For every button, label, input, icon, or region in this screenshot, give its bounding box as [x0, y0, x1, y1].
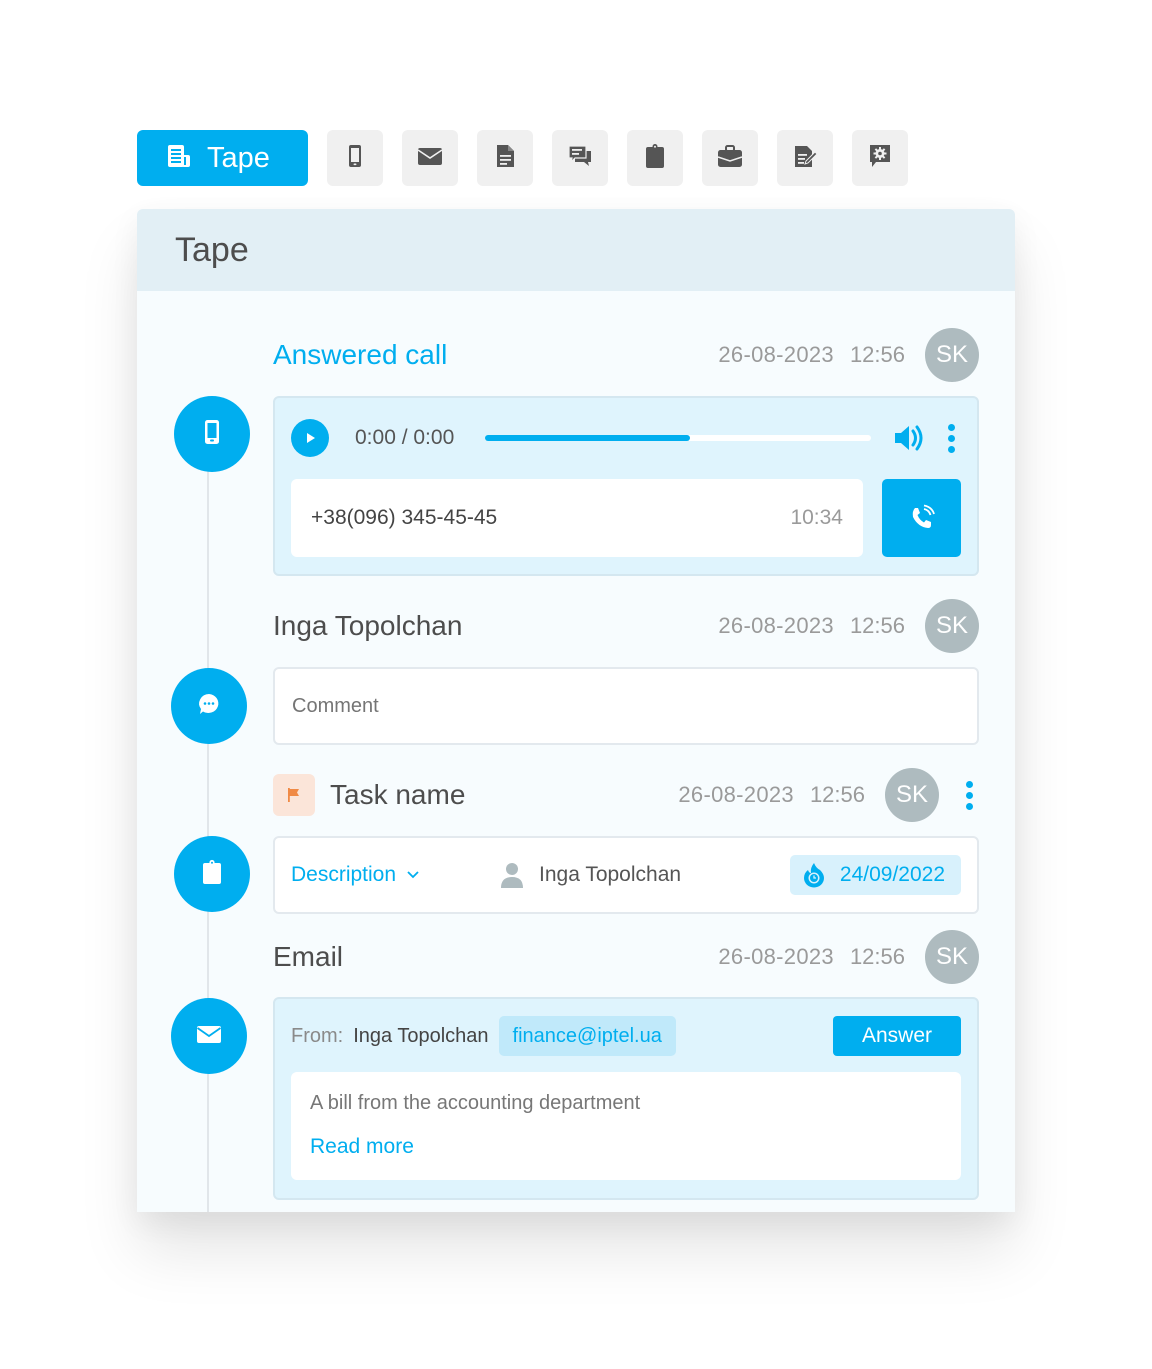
audio-progress-fill [485, 435, 690, 441]
comment-author: Inga Topolchan [273, 610, 463, 641]
email-event-title: Email [273, 941, 344, 972]
read-more-link[interactable]: Read more [310, 1135, 942, 1159]
chat-bubbles-icon [566, 142, 594, 175]
from-email[interactable]: finance@iptel.ua [498, 1016, 676, 1056]
tape-panel: Tape Answered call 26-08-2023 12:56 SK 0… [137, 209, 1015, 1212]
event-time: 12:56 [849, 613, 905, 638]
play-icon [307, 433, 315, 443]
user-icon [501, 863, 523, 888]
tab-tape-label: Tape [207, 141, 270, 174]
panel-title: Tape [175, 230, 249, 269]
tab-tasks[interactable] [627, 130, 683, 186]
event-time: 12:56 [809, 782, 865, 807]
tab-deals[interactable] [702, 130, 758, 186]
due-date: 24/09/2022 [839, 863, 945, 886]
event-date: 26-08-2023 [718, 944, 834, 969]
event-date: 26-08-2023 [718, 342, 834, 367]
tab-tape[interactable]: Tape [137, 130, 308, 186]
clipboard-icon [641, 142, 669, 175]
description-label: Description [291, 863, 397, 886]
call-back-button[interactable] [882, 479, 961, 557]
audio-player: 0:00 / 0:00 [291, 418, 961, 458]
event-date: 26-08-2023 [678, 782, 794, 807]
task-priority-badge[interactable] [273, 774, 315, 816]
player-time: 0:00 / 0:00 [355, 426, 455, 449]
chat-bubble-icon [194, 689, 224, 724]
call-duration: 10:34 [790, 506, 843, 529]
tab-email[interactable] [402, 130, 458, 186]
task-name[interactable]: Task name [330, 779, 678, 811]
email-card: From: Inga Topolchan finance@iptel.ua An… [273, 997, 979, 1200]
from-label: From: [291, 1024, 344, 1047]
flag-icon [288, 788, 299, 802]
envelope-icon [416, 142, 444, 175]
play-button[interactable] [291, 419, 329, 457]
task-event-header: Task name 26-08-2023 12:56 SK [273, 768, 979, 822]
tab-notes[interactable] [777, 130, 833, 186]
panel-header: Tape [137, 209, 1015, 291]
event-time: 12:56 [849, 342, 905, 367]
toolbar: Tape [137, 130, 908, 186]
assignee-name: Inga Topolchan [539, 863, 682, 886]
envelope-icon [194, 1019, 224, 1054]
call-node [174, 396, 250, 472]
avatar[interactable]: SK [925, 328, 979, 382]
task-node [174, 836, 250, 912]
mobile-phone-icon [197, 417, 227, 452]
avatar[interactable]: SK [885, 768, 939, 822]
email-preview-text: A bill from the accounting department [310, 1092, 641, 1114]
newspaper-icon [165, 142, 193, 175]
email-header-row: From: Inga Topolchan finance@iptel.ua An… [291, 1015, 961, 1057]
briefcase-icon [716, 142, 744, 175]
document-icon [491, 142, 519, 175]
comment-node [171, 668, 247, 744]
call-event-header: Answered call 26-08-2023 12:56 SK [273, 328, 979, 382]
answer-button[interactable]: Answer [833, 1016, 961, 1056]
task-more-menu-icon[interactable] [959, 780, 979, 810]
task-assignee[interactable]: Inga Topolchan [499, 861, 790, 889]
clipboard-icon [197, 857, 227, 892]
email-event-header: Email 26-08-2023 12:56 SK [273, 930, 979, 984]
chat-settings-icon [866, 142, 894, 175]
deadline-fire-clock-icon [803, 863, 824, 888]
email-body: A bill from the accounting department Re… [291, 1072, 961, 1180]
due-date-badge[interactable]: 24/09/2022 [789, 855, 961, 895]
description-dropdown[interactable]: Description [291, 863, 499, 887]
call-more-menu-icon[interactable] [941, 423, 961, 453]
comment-card [273, 667, 979, 745]
event-date: 26-08-2023 [718, 613, 834, 638]
email-node [171, 998, 247, 1074]
tab-documents[interactable] [477, 130, 533, 186]
event-time: 12:56 [849, 944, 905, 969]
phone-call-icon [912, 504, 935, 528]
comment-event-header: Inga Topolchan 26-08-2023 12:56 SK [273, 599, 979, 653]
comment-input[interactable] [275, 669, 977, 743]
audio-progress-bar[interactable] [485, 435, 871, 441]
tab-chats[interactable] [552, 130, 608, 186]
phone-number[interactable]: +38(096) 345-45-45 [311, 506, 790, 530]
volume-button[interactable] [891, 422, 931, 454]
avatar[interactable]: SK [925, 599, 979, 653]
chevron-down-icon [407, 871, 419, 879]
tab-settings[interactable] [852, 130, 908, 186]
from-name: Inga Topolchan [353, 1024, 489, 1047]
tab-calls[interactable] [327, 130, 383, 186]
call-card: 0:00 / 0:00 +38(096) 345-45-45 10:34 [273, 396, 979, 576]
task-card: Description Inga Topolchan 24/09/2022 [273, 836, 979, 914]
edit-document-icon [791, 142, 819, 175]
mobile-phone-icon [341, 142, 369, 175]
avatar[interactable]: SK [925, 930, 979, 984]
phone-row: +38(096) 345-45-45 10:34 [291, 479, 863, 557]
volume-icon [895, 425, 923, 451]
call-event-title: Answered call [273, 339, 448, 370]
